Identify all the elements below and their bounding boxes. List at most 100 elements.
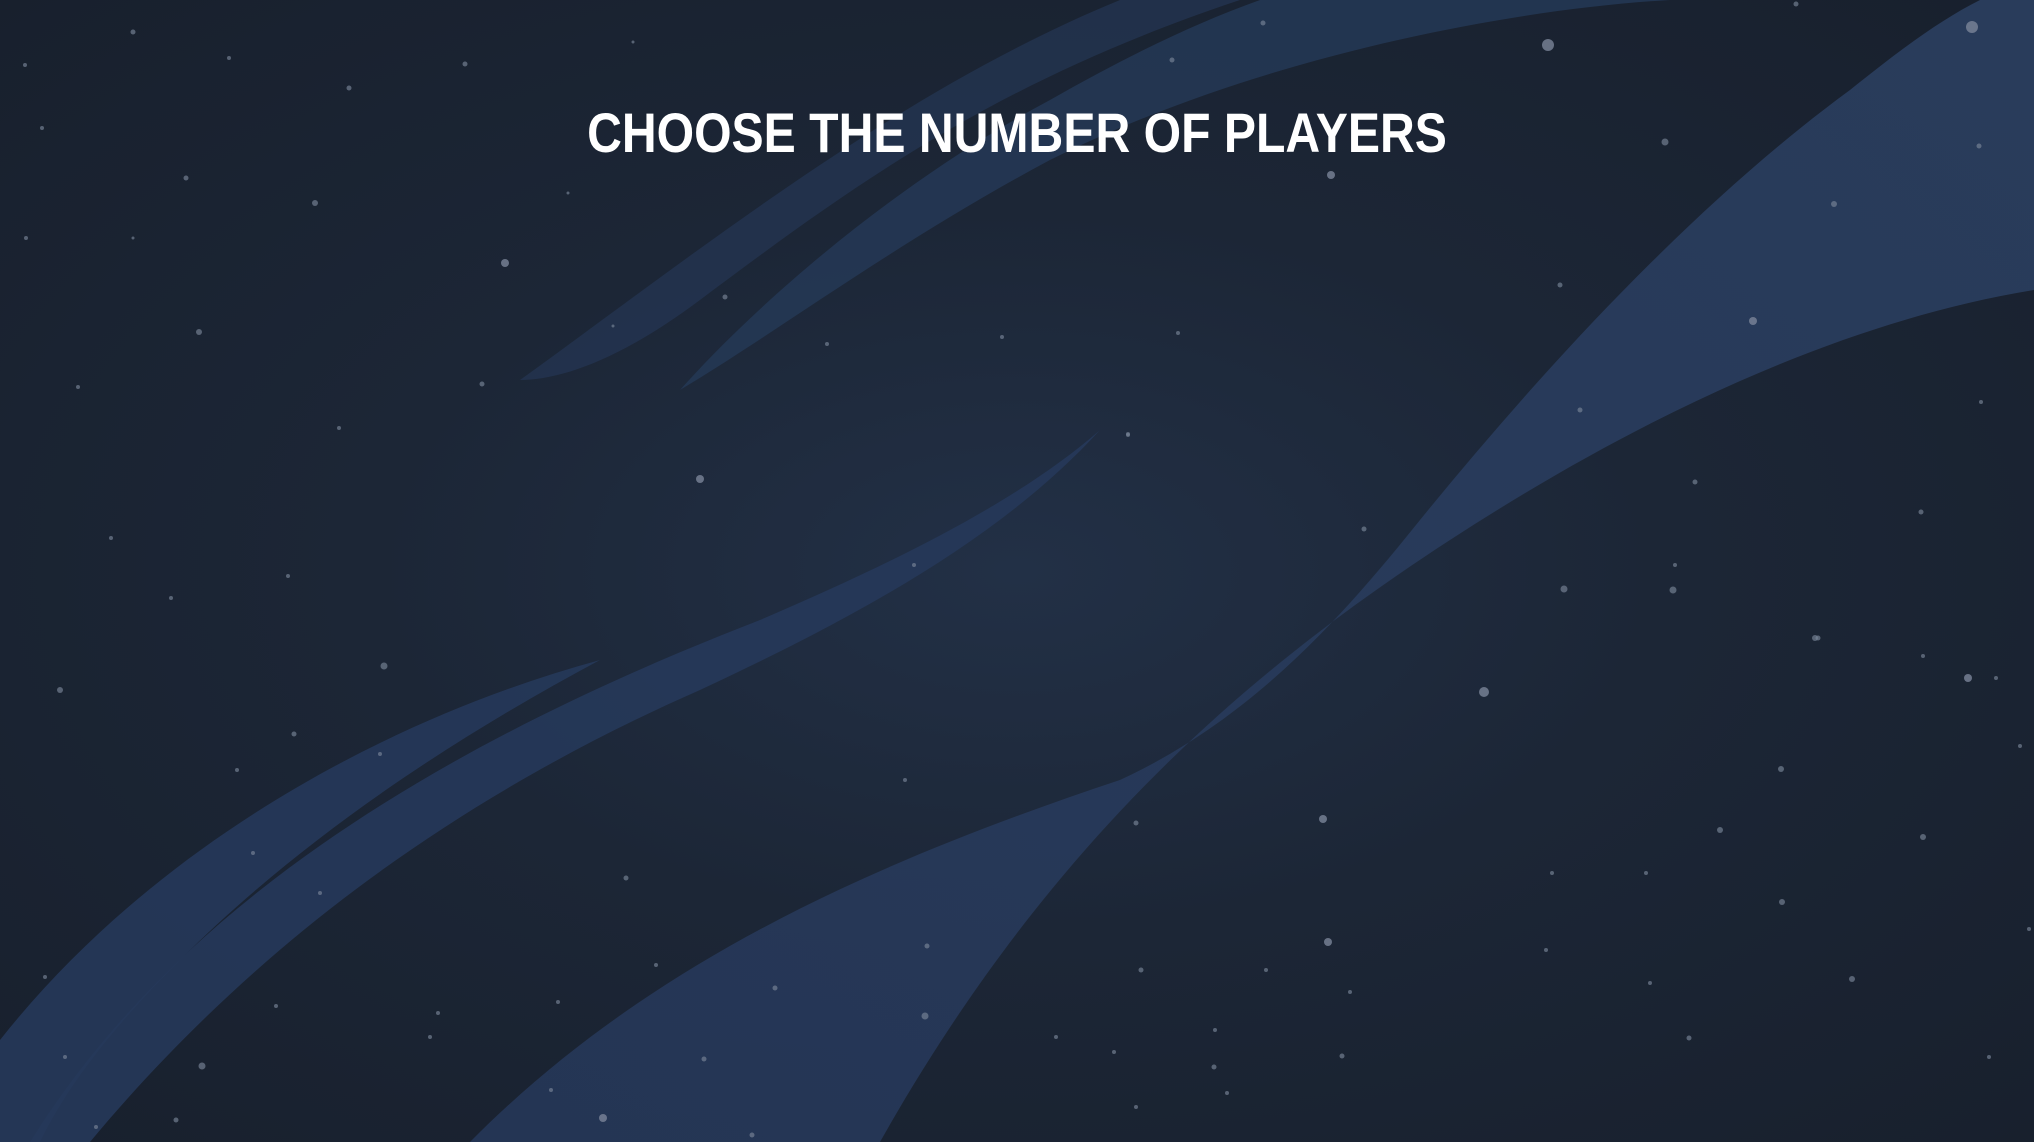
star	[631, 40, 635, 44]
star	[131, 236, 135, 240]
star	[1979, 400, 1983, 404]
star	[318, 891, 322, 895]
star	[1994, 676, 1998, 680]
star	[1669, 586, 1677, 594]
star	[1831, 201, 1837, 207]
star	[556, 1000, 560, 1004]
star	[912, 563, 916, 567]
star	[436, 1011, 440, 1015]
star	[1921, 654, 1925, 658]
star	[1673, 563, 1677, 567]
star	[1964, 674, 1972, 682]
star	[623, 875, 629, 881]
space-background	[0, 0, 2034, 1142]
star	[1778, 766, 1784, 772]
star	[1225, 1091, 1229, 1095]
star	[312, 200, 318, 206]
star	[479, 381, 485, 387]
star	[2027, 927, 2031, 931]
star	[696, 475, 704, 483]
star	[1264, 968, 1268, 972]
star	[1793, 1, 1799, 7]
star	[251, 851, 255, 855]
star	[722, 294, 728, 300]
star	[1648, 981, 1652, 985]
star	[94, 1125, 98, 1129]
star	[1324, 938, 1332, 946]
star	[63, 1055, 67, 1059]
star	[924, 943, 930, 949]
star	[428, 1035, 432, 1039]
star	[1126, 433, 1130, 437]
star	[501, 259, 509, 267]
star	[772, 985, 778, 991]
star	[1112, 1050, 1116, 1054]
star	[24, 236, 28, 240]
star	[1920, 834, 1926, 840]
star	[1749, 317, 1757, 325]
star	[109, 536, 113, 540]
star	[1550, 871, 1554, 875]
star	[198, 1062, 206, 1070]
star	[1717, 827, 1723, 833]
star	[286, 574, 290, 578]
star	[1176, 331, 1180, 335]
star	[921, 1012, 929, 1020]
star	[599, 1114, 607, 1122]
star	[40, 126, 44, 130]
star	[462, 61, 468, 67]
star	[1138, 967, 1144, 973]
star	[43, 975, 47, 979]
star	[1211, 1064, 1217, 1070]
star	[346, 85, 352, 91]
star	[130, 29, 136, 35]
star	[1557, 282, 1563, 288]
star	[1134, 1105, 1138, 1109]
star	[1361, 526, 1367, 532]
star	[1169, 57, 1175, 63]
star	[169, 596, 173, 600]
star	[1976, 143, 1982, 149]
star	[57, 687, 63, 693]
star	[1812, 635, 1818, 641]
star	[1133, 820, 1139, 826]
star	[1479, 687, 1489, 697]
star	[1054, 1035, 1058, 1039]
star	[749, 1132, 755, 1138]
star	[274, 1004, 278, 1008]
star	[1000, 335, 1004, 339]
star	[611, 324, 615, 328]
star	[1577, 407, 1583, 413]
star	[903, 778, 907, 782]
star	[1644, 871, 1648, 875]
star	[1319, 815, 1327, 823]
star	[1966, 21, 1978, 33]
star	[825, 342, 829, 346]
star	[2018, 744, 2022, 748]
star	[291, 731, 297, 737]
star	[1779, 899, 1785, 905]
star	[1918, 509, 1924, 515]
star	[1327, 171, 1335, 179]
star	[1542, 39, 1554, 51]
star	[1692, 479, 1698, 485]
screen-title: CHOOSE THE NUMBER OF PLAYERS	[587, 101, 1447, 164]
star	[1987, 1055, 1991, 1059]
star	[183, 175, 189, 181]
star	[235, 768, 239, 772]
star	[1260, 20, 1266, 26]
star	[337, 426, 341, 430]
star	[1560, 585, 1568, 593]
star	[1849, 976, 1855, 982]
star	[1544, 948, 1548, 952]
star	[378, 752, 382, 756]
ribbon-right	[470, 0, 2034, 1142]
star	[566, 191, 570, 195]
star	[701, 1056, 707, 1062]
star	[1348, 990, 1352, 994]
star	[1686, 1035, 1692, 1041]
star	[1213, 1028, 1217, 1032]
game-screen: CHOOSE THE NUMBER OF PLAYERS	[0, 0, 2034, 1142]
star	[196, 329, 202, 335]
star	[380, 662, 388, 670]
